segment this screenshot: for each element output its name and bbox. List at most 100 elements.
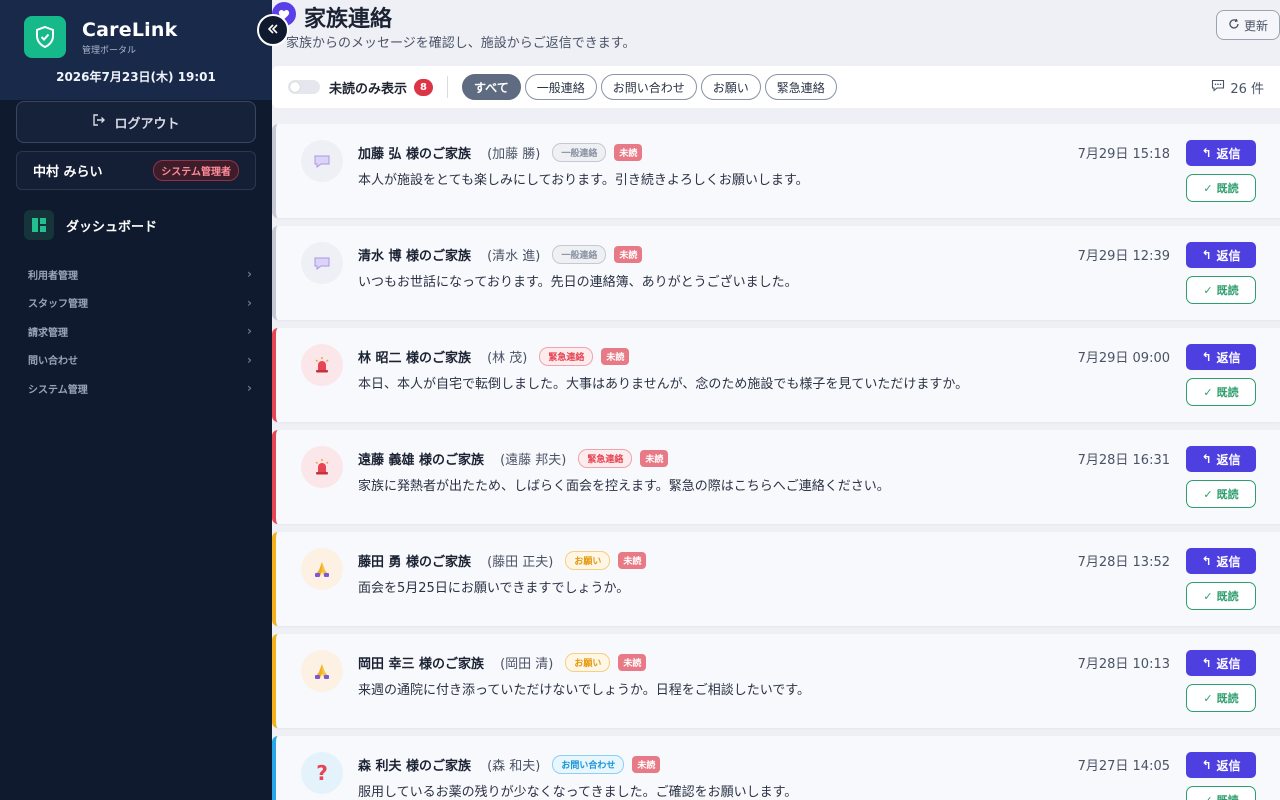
category-tag: お問い合わせ (552, 755, 625, 774)
read-label: 既読 (1216, 488, 1239, 501)
reply-icon: ↰ (1201, 452, 1212, 466)
divider (447, 76, 449, 98)
sidebar-item-label: 利用者管理 (28, 270, 78, 282)
filter-chip-urgent[interactable]: 緊急連絡 (764, 74, 837, 100)
reply-button[interactable]: ↰ 返信 (1186, 548, 1256, 574)
reply-label: 返信 (1216, 248, 1241, 263)
siren-icon (301, 344, 343, 386)
check-icon: ✓ (1203, 181, 1213, 195)
unread-tag: 未読 (618, 552, 647, 569)
reply-button[interactable]: ↰ 返信 (1186, 752, 1256, 778)
category-tag: 緊急連絡 (578, 449, 633, 468)
message-text: いつもお世話になっております。先日の連絡簿、ありがとうございました。 (358, 275, 798, 290)
mark-read-button[interactable]: ✓既読 (1186, 480, 1256, 508)
category-tag: お願い (565, 653, 611, 672)
read-label: 既読 (1216, 692, 1239, 705)
logout-icon (92, 113, 106, 131)
resident-name: (林 茂) (487, 351, 528, 366)
reply-icon: ↰ (1201, 656, 1212, 670)
message-text: 本日、本人が自宅で転倒しました。大事はありませんが、念のため施設でも様子を見てい… (358, 377, 969, 392)
filter-chip-all[interactable]: すべて (462, 74, 521, 100)
reply-label: 返信 (1216, 350, 1241, 365)
reply-button[interactable]: ↰ 返信 (1186, 344, 1256, 370)
message-text: 来週の通院に付き添っていただけないでしょうか。日程をご相談したいです。 (358, 683, 811, 698)
read-label: 既読 (1217, 792, 1239, 800)
mark-read-button[interactable]: ✓既読 (1186, 378, 1256, 406)
reply-button[interactable]: ↰ 返信 (1186, 140, 1256, 166)
message-card[interactable]: 清水 博 様のご家族 (清水 進) 一般連絡 未読 いつもお世話になっております… (272, 226, 1280, 320)
sidebar-item-staff[interactable]: スタッフ管理 › (28, 289, 252, 318)
reply-label: 返信 (1216, 554, 1241, 569)
resident-name: (清水 進) (487, 249, 541, 264)
read-label: 既読 (1216, 284, 1239, 297)
filter-bar: 未読のみ表示 8 すべて 一般連絡 お問い合わせ お願い 緊急連絡 26 件 (272, 66, 1280, 108)
user-role-badge: システム管理者 (153, 160, 239, 181)
message-text: 面会を5月25日にお願いできますでしょうか。 (358, 581, 630, 596)
message-text: 服用しているお薬の残りが少なくなってきました。ご確認をお願いします。 (358, 785, 798, 800)
mark-read-button[interactable]: ✓既読 (1186, 684, 1256, 712)
current-user: 中村 みらい システム管理者 (16, 151, 256, 190)
page-title: 家族連絡 (304, 7, 393, 32)
check-icon: ✓ (1203, 589, 1213, 603)
reply-icon: ↰ (1201, 248, 1212, 262)
mark-read-button[interactable]: ✓既読 (1186, 276, 1256, 304)
sidebar-item-users[interactable]: 利用者管理 › (28, 260, 252, 289)
current-datetime: 2026年7月23日(木) 19:01 (56, 70, 216, 84)
brand-header: CareLink 管理ポータル 2026年7月23日(木) 19:01 (0, 0, 272, 100)
logout-button[interactable]: ログアウト (16, 101, 256, 143)
reply-icon: ↰ (1201, 758, 1212, 772)
reply-icon: ↰ (1201, 554, 1212, 568)
message-time: 7月29日 12:39 (1077, 249, 1170, 264)
resident-name: (藤田 正夫) (487, 555, 554, 570)
mark-read-button[interactable]: ✓既読 (1186, 174, 1256, 202)
check-icon: ✓ (1203, 487, 1213, 501)
read-label: 既読 (1216, 386, 1239, 399)
message-card[interactable]: 林 昭二 様のご家族 (林 茂) 緊急連絡 未読 本日、本人が自宅で転倒しました… (272, 328, 1280, 422)
message-time: 7月29日 09:00 (1077, 351, 1170, 366)
reply-button[interactable]: ↰ 返信 (1186, 446, 1256, 472)
check-icon: ✓ (1203, 385, 1213, 399)
double-chevron-left-icon (266, 21, 280, 40)
mark-read-button[interactable]: ✓既読 (1186, 786, 1256, 800)
message-card[interactable]: ? 森 利夫 様のご家族 (森 和夫) お問い合わせ 未読 服用しているお薬の残… (272, 736, 1280, 800)
resident-name: (岡田 清) (500, 657, 554, 672)
reply-button[interactable]: ↰ 返信 (1186, 242, 1256, 268)
sidebar-item-inquiries[interactable]: 問い合わせ › (28, 346, 252, 375)
message-time: 7月28日 16:31 (1077, 453, 1170, 468)
sidebar-item-dashboard[interactable]: ダッシュボード (24, 210, 157, 240)
filter-chip-general[interactable]: 一般連絡 (524, 74, 597, 100)
check-icon: ✓ (1203, 283, 1213, 297)
reply-button[interactable]: ↰ 返信 (1186, 650, 1256, 676)
sender-name: 藤田 勇 様のご家族 (358, 555, 472, 570)
refresh-button[interactable]: 更新 (1216, 10, 1280, 40)
message-card[interactable]: 加藤 弘 様のご家族 (加藤 勝) 一般連絡 未読 本人が施設をとても楽しみにし… (272, 124, 1280, 218)
message-card[interactable]: 遠藤 義雄 様のご家族 (遠藤 邦夫) 緊急連絡 未読 家族に発熱者が出たため、… (272, 430, 1280, 524)
reply-label: 返信 (1216, 146, 1241, 161)
message-text: 本人が施設をとても楽しみにしております。引き続きよろしくお願いします。 (358, 173, 809, 188)
filter-chip-request[interactable]: お願い (700, 74, 761, 100)
sidebar-item-billing[interactable]: 請求管理 › (28, 317, 252, 346)
message-card[interactable]: 岡田 幸三 様のご家族 (岡田 清) お願い 未読 来週の通院に付き添っていただ… (272, 634, 1280, 728)
sidebar-item-system[interactable]: システム管理 › (28, 374, 252, 403)
chevron-right-icon: › (247, 295, 252, 310)
sender-name: 林 昭二 様のご家族 (358, 351, 472, 366)
question-mark-icon: ? (301, 752, 343, 794)
mark-read-button[interactable]: ✓既読 (1186, 582, 1256, 610)
page-header: 家族連絡 家族からのメッセージを確認し、施設からご返信できます。 更新 (272, 0, 1280, 62)
reply-label: 返信 (1216, 758, 1241, 773)
total-count-label: 26 件 (1230, 82, 1264, 97)
unread-tag: 未読 (618, 654, 647, 671)
reply-label: 返信 (1216, 452, 1241, 467)
sidebar-item-label: システム管理 (28, 384, 88, 396)
filter-chip-inquiry[interactable]: お問い合わせ (600, 74, 697, 100)
unread-only-toggle[interactable] (288, 80, 320, 94)
reply-icon: ↰ (1201, 146, 1212, 160)
unread-tag: 未読 (601, 348, 630, 365)
collapse-sidebar-button[interactable] (257, 14, 289, 46)
message-time: 7月28日 10:13 (1077, 657, 1170, 672)
message-card[interactable]: 藤田 勇 様のご家族 (藤田 正夫) お願い 未読 面会を5月25日にお願いでき… (272, 532, 1280, 626)
sender-name: 加藤 弘 様のご家族 (358, 147, 472, 162)
unread-only-label: 未読のみ表示 (329, 81, 408, 97)
chevron-right-icon: › (247, 381, 252, 396)
sidebar-item-label: 問い合わせ (28, 356, 78, 368)
